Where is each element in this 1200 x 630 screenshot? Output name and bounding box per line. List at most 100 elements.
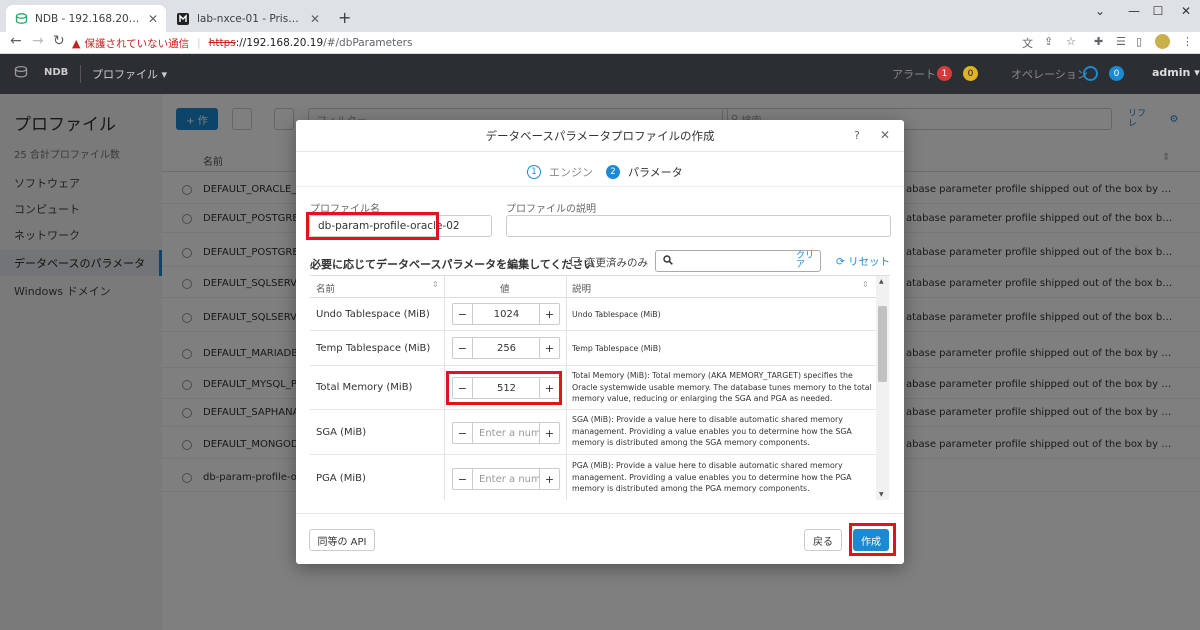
browser-tab-bar: NDB - 192.168.20.19 - プロファイル ✕ lab-nxce-…	[0, 0, 1200, 32]
browser-tab-ndb[interactable]: NDB - 192.168.20.19 - プロファイル ✕	[6, 5, 166, 32]
url-protocol: https	[208, 37, 236, 49]
step-number: 2	[606, 165, 620, 179]
ndb-favicon-icon	[14, 12, 28, 26]
parameter-description: SGA (MiB): Provide a value here to disab…	[572, 415, 852, 447]
increment-button[interactable]: +	[539, 304, 559, 324]
reload-icon[interactable]: ↻	[53, 33, 65, 49]
operations-label[interactable]: オペレーション	[1011, 66, 1088, 82]
address-bar: ← → ↻ ▲ 保護されていない通信 | https ://192.168.20…	[0, 32, 1200, 54]
step-parameters[interactable]: 2 パラメータ	[606, 164, 683, 180]
header-divider	[80, 65, 81, 83]
url-separator: |	[197, 37, 201, 49]
close-tab-icon[interactable]: ✕	[148, 12, 158, 26]
profile-description-label: プロファイルの説明	[506, 204, 596, 215]
description-column-header[interactable]: 説明	[572, 281, 591, 295]
divider	[296, 186, 904, 187]
parameter-value-input[interactable]: Enter a numbe	[474, 423, 539, 443]
prism-favicon-icon	[176, 12, 190, 26]
alerts-label[interactable]: アラート	[892, 66, 936, 82]
parameter-table-header: 名前 ⇕ 値 説明 ⇕	[310, 276, 876, 298]
close-window-icon[interactable]: ✕	[1168, 0, 1200, 22]
window-dropdown-icon[interactable]: ⌄	[1082, 0, 1118, 22]
parameter-row-undo-tablespace: Undo Tablespace (MiB) − 1024 + Undo Tabl…	[310, 298, 876, 331]
parameter-row-sga: SGA (MiB) − Enter a numbe + SGA (MiB): P…	[310, 410, 876, 455]
name-column-header[interactable]: 名前	[316, 281, 335, 295]
reset-button[interactable]: ⟳ リセット	[836, 254, 890, 269]
parameter-name: Undo Tablespace (MiB)	[316, 309, 430, 320]
increment-button[interactable]: +	[539, 338, 559, 358]
browser-tab-title: NDB - 192.168.20.19 - プロファイル	[35, 13, 142, 25]
share-icon[interactable]: ⇪	[1044, 35, 1053, 48]
browser-tab-prism[interactable]: lab-nxce-01 - Prism Element ✕	[168, 5, 328, 32]
scrollbar-thumb[interactable]	[878, 306, 887, 382]
sga-stepper[interactable]: − Enter a numbe +	[452, 422, 560, 444]
create-db-parameter-profile-dialog: データベースパラメータプロファイルの作成 ? ✕ 1 エンジン 2 パラメータ …	[296, 120, 904, 564]
reading-list-icon[interactable]: ☰	[1116, 35, 1126, 48]
changed-only-checkbox[interactable]	[571, 257, 580, 266]
dialog-title: データベースパラメータプロファイルの作成	[296, 120, 904, 152]
url-field[interactable]: ▲ 保護されていない通信 | https ://192.168.20.19 /#…	[72, 33, 992, 53]
parameter-value[interactable]: 256	[474, 338, 539, 358]
parameter-table-scrollbar[interactable]: ▲ ▼	[876, 276, 889, 500]
equivalent-api-button[interactable]: 同等の API	[309, 529, 375, 551]
operations-spinner-icon	[1083, 66, 1098, 81]
increment-button[interactable]: +	[539, 423, 559, 443]
parameter-row-pga: PGA (MiB) − Enter a numbe + PGA (MiB): P…	[310, 455, 876, 500]
increment-button[interactable]: +	[539, 469, 559, 489]
parameter-search-input[interactable]: クリア	[655, 250, 821, 272]
parameter-description: Undo Tablespace (MiB)	[572, 310, 661, 319]
undo-tablespace-stepper[interactable]: − 1024 +	[452, 303, 560, 325]
url-host: ://192.168.20.19	[235, 37, 324, 49]
profile-avatar[interactable]	[1155, 34, 1170, 49]
parameter-description: Total Memory (MiB): Total memory (AKA ME…	[572, 371, 872, 403]
profile-description-input[interactable]	[506, 215, 891, 237]
decrement-button[interactable]: −	[453, 469, 473, 489]
scroll-up-icon[interactable]: ▲	[879, 278, 884, 285]
parameter-value-input[interactable]: Enter a numbe	[474, 469, 539, 489]
extensions-icon[interactable]: ✚	[1094, 35, 1103, 48]
insecure-label: 保護されていない通信	[84, 37, 190, 50]
decrement-button[interactable]: −	[453, 423, 473, 443]
sidepanel-icon[interactable]: ▯	[1136, 35, 1142, 48]
browser-menu-icon[interactable]: ⋮	[1182, 35, 1193, 48]
bookmark-star-icon[interactable]: ☆	[1066, 35, 1076, 48]
parameter-row-total-memory: Total Memory (MiB) − 512 + Total Memory …	[310, 366, 876, 410]
decrement-button[interactable]: −	[453, 338, 473, 358]
step-number: 1	[527, 165, 541, 179]
temp-tablespace-stepper[interactable]: − 256 +	[452, 337, 560, 359]
step-engine[interactable]: 1 エンジン	[527, 164, 593, 180]
new-tab-button[interactable]: +	[338, 8, 351, 27]
profile-nav-dropdown[interactable]: プロファイル ▾	[92, 66, 167, 82]
alerts-yellow-badge[interactable]: 0	[963, 66, 978, 81]
close-tab-icon[interactable]: ✕	[310, 12, 320, 26]
url-path: /#/dbParameters	[323, 37, 413, 49]
parameter-value[interactable]: 1024	[474, 304, 539, 324]
scroll-down-icon[interactable]: ▼	[879, 491, 884, 498]
close-icon[interactable]: ✕	[880, 128, 890, 142]
back-button[interactable]: 戻る	[804, 529, 842, 551]
forward-arrow-icon[interactable]: →	[32, 33, 44, 49]
pga-stepper[interactable]: − Enter a numbe +	[452, 468, 560, 490]
help-icon[interactable]: ?	[854, 129, 860, 142]
app-header: NDB プロファイル ▾ アラート 1 0 オペレーション 0 admin ▾	[0, 54, 1200, 94]
parameter-name: SGA (MiB)	[316, 427, 367, 438]
value-column-header[interactable]: 値	[500, 281, 510, 295]
highlight-profile-name	[306, 212, 439, 240]
clear-search-link[interactable]: クリア	[796, 252, 818, 270]
parameter-description: PGA (MiB): Provide a value here to disab…	[572, 461, 852, 493]
parameter-row-temp-tablespace: Temp Tablespace (MiB) − 256 + Temp Table…	[310, 331, 876, 366]
operations-badge[interactable]: 0	[1109, 66, 1124, 81]
translate-icon[interactable]: 文	[1022, 35, 1033, 51]
footer-divider	[296, 513, 904, 514]
parameter-table: 名前 ⇕ 値 説明 ⇕ Undo Tablespace (MiB) − 1024…	[310, 275, 890, 500]
back-arrow-icon[interactable]: ←	[10, 33, 22, 49]
sort-icon[interactable]: ⇕	[862, 280, 869, 289]
user-menu[interactable]: admin ▾	[1152, 66, 1200, 79]
parameter-name: Total Memory (MiB)	[316, 382, 413, 393]
edit-parameters-label: 必要に応じてデータベースパラメータを編集してください	[310, 258, 595, 271]
sort-icon[interactable]: ⇕	[432, 280, 439, 289]
changed-only-label[interactable]: 変更済みのみ	[585, 255, 648, 270]
decrement-button[interactable]: −	[453, 304, 473, 324]
ndb-logo-icon	[14, 65, 28, 83]
alerts-red-badge[interactable]: 1	[937, 66, 952, 81]
